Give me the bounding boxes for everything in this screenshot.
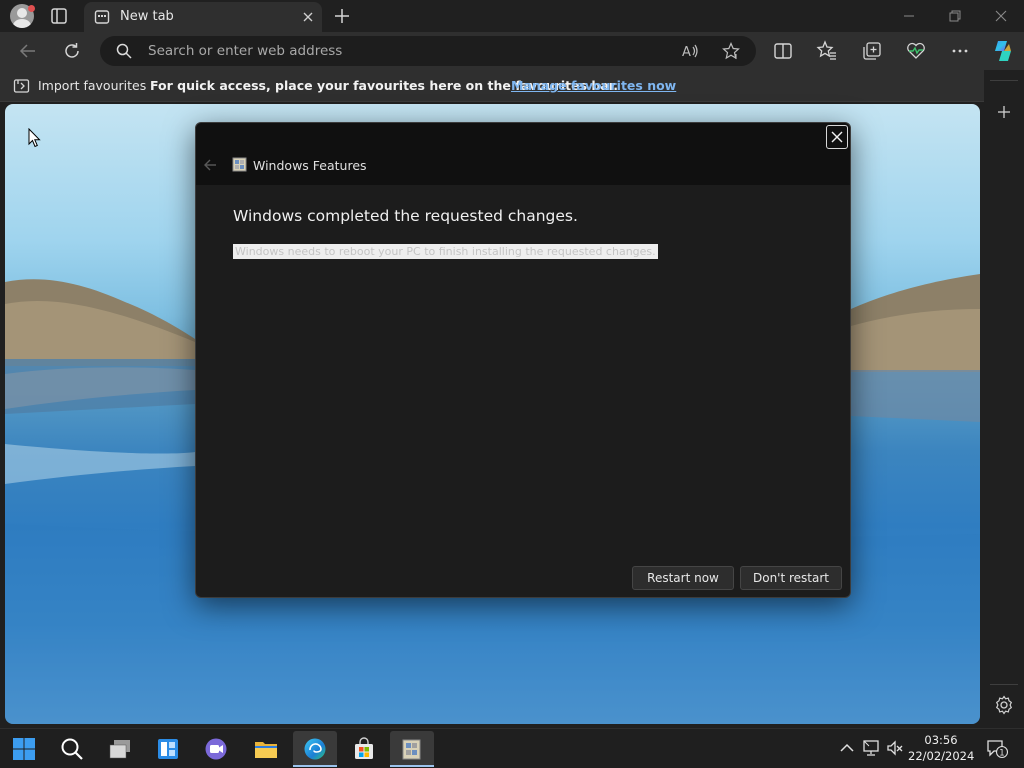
- new-tab-page-icon: [94, 9, 110, 25]
- windows-features-app-icon: [232, 157, 247, 172]
- address-input[interactable]: [148, 36, 668, 66]
- favourites-icon[interactable]: [816, 40, 838, 62]
- dialog-reboot-message: Windows needs to reboot your PC to finis…: [233, 244, 658, 259]
- volume-muted-icon[interactable]: [886, 739, 904, 757]
- read-aloud-icon[interactable]: A: [682, 42, 700, 60]
- dialog-close-icon[interactable]: [826, 125, 848, 149]
- windows-features-app-icon: [402, 739, 421, 760]
- sidebar-divider: [990, 80, 1018, 81]
- chat-icon: [205, 738, 227, 760]
- folder-icon: [255, 742, 277, 758]
- browser-titlebar: New tab: [0, 0, 1024, 32]
- widgets-icon: [158, 739, 178, 759]
- tab-title: New tab: [120, 9, 174, 24]
- navigation-toolbar: A: [0, 32, 1024, 70]
- dialog-title: Windows Features: [253, 158, 367, 173]
- sidebar-settings-gear-icon[interactable]: [993, 694, 1015, 716]
- taskbar: 03:56 22/02/2024 1: [0, 728, 1024, 768]
- split-screen-icon[interactable]: [772, 40, 794, 62]
- dont-restart-button[interactable]: Don't restart: [740, 566, 842, 590]
- manage-favourites-link[interactable]: Manage favourites now: [511, 78, 676, 93]
- tab-new-tab[interactable]: New tab: [84, 2, 322, 32]
- svg-text:A: A: [682, 45, 691, 60]
- favourites-bar: Import favourites For quick access, plac…: [0, 70, 1024, 102]
- windows-features-dialog: Windows Features Windows completed the r…: [195, 122, 851, 598]
- clock-date: 22/02/2024: [908, 749, 975, 763]
- tab-close-icon[interactable]: [300, 9, 316, 25]
- task-view-icon: [109, 740, 130, 759]
- store-bag-icon: [355, 737, 373, 759]
- profile-status-dot: [28, 5, 35, 12]
- minimize-icon[interactable]: [899, 6, 919, 26]
- widgets-button[interactable]: [146, 731, 190, 767]
- window-close-icon[interactable]: [991, 6, 1011, 26]
- search-icon: [116, 43, 132, 59]
- refresh-icon[interactable]: [61, 40, 83, 62]
- restore-icon[interactable]: [945, 6, 965, 26]
- dialog-header: Windows Features: [196, 123, 850, 185]
- active-app-indicator: [293, 765, 337, 767]
- teams-chat-button[interactable]: [194, 731, 238, 767]
- collections-icon[interactable]: [861, 40, 883, 62]
- windows-logo-icon: [13, 738, 35, 760]
- store-button[interactable]: [342, 731, 386, 767]
- sidebar-divider: [990, 684, 1018, 685]
- search-icon: [61, 738, 83, 760]
- clock-time: 03:56: [924, 733, 958, 747]
- dialog-back-arrow-icon[interactable]: [202, 157, 218, 173]
- copilot-icon[interactable]: [990, 38, 1016, 64]
- file-explorer-button[interactable]: [244, 731, 288, 767]
- notification-center-icon[interactable]: 1: [986, 739, 1009, 759]
- edge-taskbar-button[interactable]: [293, 731, 337, 767]
- browser-essentials-icon[interactable]: [905, 40, 927, 62]
- address-bar[interactable]: A: [100, 36, 756, 66]
- network-icon[interactable]: [862, 739, 880, 757]
- mouse-cursor-icon: [28, 127, 42, 148]
- taskbar-search-button[interactable]: [50, 731, 94, 767]
- start-button[interactable]: [2, 731, 46, 767]
- import-favourites-icon[interactable]: [13, 78, 31, 94]
- task-view-button[interactable]: [98, 731, 142, 767]
- active-app-indicator: [390, 765, 434, 767]
- import-favourites-button[interactable]: Import favourites: [38, 78, 146, 93]
- tab-actions-icon[interactable]: [48, 6, 70, 26]
- add-favourite-star-icon[interactable]: [722, 42, 740, 60]
- sidebar-add-icon[interactable]: [994, 102, 1014, 122]
- browser-sidebar: [984, 70, 1024, 728]
- edge-browser-icon: [304, 738, 326, 760]
- notification-count: 1: [999, 749, 1004, 759]
- restart-now-button[interactable]: Restart now: [632, 566, 734, 590]
- dialog-heading: Windows completed the requested changes.: [233, 207, 578, 225]
- windows-features-taskbar-button[interactable]: [390, 731, 434, 767]
- taskbar-clock[interactable]: 03:56 22/02/2024: [908, 732, 974, 764]
- new-tab-plus-icon[interactable]: [332, 6, 352, 26]
- back-arrow-icon[interactable]: [17, 40, 39, 62]
- more-options-icon[interactable]: [949, 40, 971, 62]
- show-hidden-icons-chevron-icon[interactable]: [838, 739, 856, 757]
